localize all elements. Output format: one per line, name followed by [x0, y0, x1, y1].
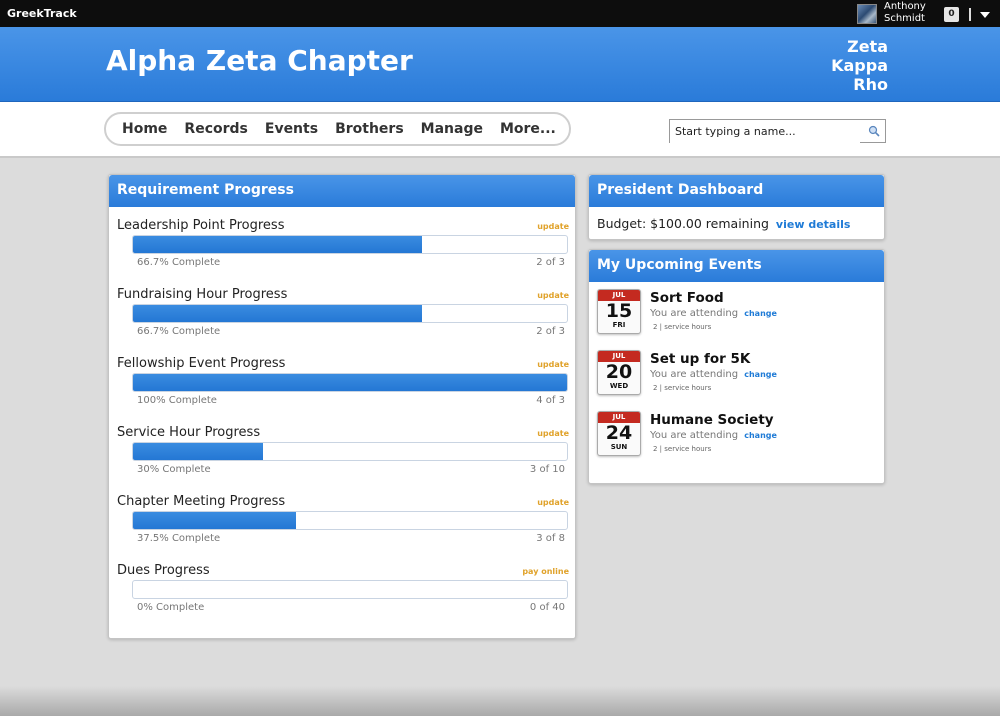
- pay-online-link[interactable]: pay online: [522, 567, 569, 576]
- event-weekday: FRI: [612, 321, 626, 329]
- progress-fill: [133, 236, 423, 253]
- main-nav: Home Records Events Brothers Manage More…: [104, 112, 571, 146]
- requirement-label: Fundraising Hour Progress: [117, 287, 288, 302]
- event-day: 20: [605, 361, 633, 383]
- change-link[interactable]: change: [744, 309, 777, 318]
- nav-item-records[interactable]: Records: [184, 121, 247, 137]
- progress-percent: 100% Complete: [137, 395, 217, 406]
- requirement-label: Fellowship Event Progress: [117, 356, 286, 371]
- app-brand[interactable]: GreekTrack: [7, 7, 77, 20]
- update-link[interactable]: update: [537, 498, 569, 507]
- budget-text: Budget: $100.00 remaining: [597, 216, 769, 231]
- progress-fill: [133, 443, 264, 460]
- requirement-item: Leadership Point Progress update 66.7% C…: [117, 218, 569, 278]
- notification-badge[interactable]: 0: [944, 7, 959, 22]
- search-icon[interactable]: [868, 125, 880, 137]
- calendar-icon: JUL 20 WED: [597, 350, 641, 395]
- requirement-item: Dues Progress pay online 0% Complete 0 o…: [117, 563, 569, 623]
- attendance-text: You are attending: [650, 308, 739, 319]
- progress-bar: [132, 511, 568, 530]
- update-link[interactable]: update: [537, 222, 569, 231]
- progress-percent: 66.7% Complete: [137, 326, 221, 337]
- event-hours: 2 | service hours: [653, 384, 712, 392]
- nav-item-home[interactable]: Home: [122, 121, 167, 137]
- search-box: [669, 119, 886, 143]
- event-day: 15: [605, 300, 633, 322]
- progress-percent: 30% Complete: [137, 464, 211, 475]
- event-title[interactable]: Set up for 5K: [650, 351, 750, 367]
- event-weekday: WED: [609, 382, 629, 390]
- event-item[interactable]: JUL 15 FRI Sort Food You are attending c…: [597, 289, 877, 341]
- event-day: 24: [605, 422, 633, 444]
- change-link[interactable]: change: [744, 431, 777, 440]
- progress-count: 4 of 3: [536, 395, 565, 406]
- nav-item-brothers[interactable]: Brothers: [335, 121, 404, 137]
- requirement-item: Fundraising Hour Progress update 66.7% C…: [117, 287, 569, 347]
- progress-percent: 66.7% Complete: [137, 257, 221, 268]
- progress-percent: 0% Complete: [137, 602, 205, 613]
- event-title[interactable]: Sort Food: [650, 290, 724, 306]
- requirement-label: Leadership Point Progress: [117, 218, 285, 233]
- calendar-icon: JUL 15 FRI: [597, 289, 641, 334]
- president-dashboard-panel: President Dashboard Budget: $100.00 rema…: [588, 174, 885, 240]
- event-title[interactable]: Humane Society: [650, 412, 774, 428]
- event-hours: 2 | service hours: [653, 323, 712, 331]
- progress-bar: [132, 580, 568, 599]
- page-footer-shade: [0, 686, 1000, 716]
- panel-title: My Upcoming Events: [589, 250, 884, 282]
- budget-summary: Budget: $100.00 remaining view details: [597, 216, 850, 231]
- progress-fill: [133, 374, 567, 391]
- event-item[interactable]: JUL 20 WED Set up for 5K You are attendi…: [597, 350, 877, 402]
- requirement-item: Service Hour Progress update 30% Complet…: [117, 425, 569, 485]
- requirement-label: Dues Progress: [117, 563, 210, 578]
- chevron-down-icon[interactable]: [980, 12, 990, 18]
- update-link[interactable]: update: [537, 429, 569, 438]
- event-status: You are attending change: [650, 308, 777, 319]
- chapter-header: Alpha Zeta Chapter Zeta Kappa Rho: [0, 27, 1000, 102]
- progress-bar: [132, 373, 568, 392]
- nav-item-events[interactable]: Events: [265, 121, 318, 137]
- progress-count: 2 of 3: [536, 257, 565, 268]
- requirement-item: Chapter Meeting Progress update 37.5% Co…: [117, 494, 569, 554]
- progress-count: 0 of 40: [529, 602, 565, 613]
- top-bar: GreekTrack Anthony Schmidt 0: [0, 0, 1000, 27]
- panel-title: President Dashboard: [589, 175, 884, 207]
- view-details-link[interactable]: view details: [776, 218, 851, 231]
- requirement-label: Service Hour Progress: [117, 425, 261, 440]
- navigation-bar: Home Records Events Brothers Manage More…: [0, 102, 1000, 158]
- event-status: You are attending change: [650, 369, 777, 380]
- event-hours: 2 | service hours: [653, 445, 712, 453]
- progress-bar: [132, 235, 568, 254]
- event-weekday: SUN: [610, 443, 628, 451]
- search-input[interactable]: [670, 120, 860, 143]
- calendar-icon: JUL 24 SUN: [597, 411, 641, 456]
- progress-percent: 37.5% Complete: [137, 533, 221, 544]
- update-link[interactable]: update: [537, 291, 569, 300]
- divider: [969, 8, 971, 21]
- progress-bar: [132, 442, 568, 461]
- requirement-progress-panel: Requirement Progress Leadership Point Pr…: [108, 174, 576, 639]
- event-item[interactable]: JUL 24 SUN Humane Society You are attend…: [597, 411, 877, 463]
- upcoming-events-panel: My Upcoming Events JUL 15 FRI Sort Food …: [588, 249, 885, 484]
- requirement-label: Chapter Meeting Progress: [117, 494, 286, 509]
- attendance-text: You are attending: [650, 430, 739, 441]
- attendance-text: You are attending: [650, 369, 739, 380]
- event-status: You are attending change: [650, 430, 777, 441]
- update-link[interactable]: update: [537, 360, 569, 369]
- progress-count: 3 of 8: [536, 533, 565, 544]
- organization-name: Zeta Kappa Rho: [831, 37, 888, 94]
- requirement-item: Fellowship Event Progress update 100% Co…: [117, 356, 569, 416]
- nav-item-more[interactable]: More...: [500, 121, 556, 137]
- progress-fill: [133, 305, 423, 322]
- progress-count: 3 of 10: [529, 464, 565, 475]
- page-title: Alpha Zeta Chapter: [106, 44, 413, 77]
- progress-bar: [132, 304, 568, 323]
- user-name[interactable]: Anthony Schmidt: [884, 1, 934, 25]
- avatar[interactable]: [857, 4, 877, 24]
- nav-item-manage[interactable]: Manage: [421, 121, 483, 137]
- panel-title: Requirement Progress: [109, 175, 575, 207]
- progress-count: 2 of 3: [536, 326, 565, 337]
- change-link[interactable]: change: [744, 370, 777, 379]
- progress-fill: [133, 512, 296, 529]
